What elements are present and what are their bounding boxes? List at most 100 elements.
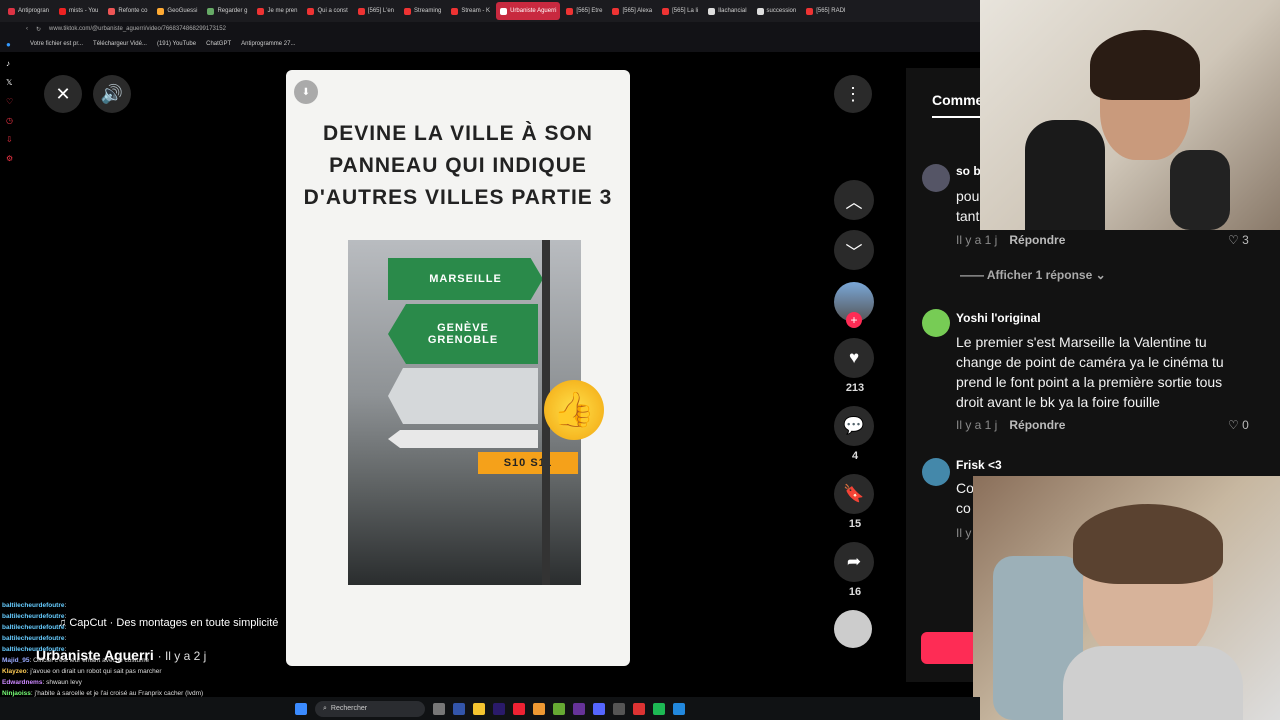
taskbar-search[interactable]: ⌕ Rechercher [315, 700, 425, 717]
tab-label: Streaming [414, 8, 442, 14]
chevron-down-icon: ﹀ [845, 242, 863, 262]
post-comment-button[interactable] [921, 632, 981, 664]
app-icon[interactable] [673, 702, 685, 715]
sound-disc[interactable] [834, 610, 872, 648]
comment-like[interactable]: ♡ 3 [1228, 233, 1249, 247]
discord-icon[interactable] [593, 702, 605, 715]
like-button[interactable]: ♥ [834, 338, 874, 378]
video-player[interactable]: ⬇ DEVINE LA VILLE À SON PANNEAU QUI INDI… [286, 70, 630, 666]
show-replies-button[interactable]: —— Afficher 1 réponse ⌄ [960, 268, 1106, 282]
prev-video-button[interactable]: ︿ [834, 180, 874, 220]
browser-tab[interactable]: succession [753, 2, 801, 20]
app-icon[interactable] [633, 702, 645, 715]
sign-blank [388, 368, 538, 424]
browser-tab[interactable]: [565] Alexa [608, 2, 656, 20]
bookmark-item[interactable]: Antiprogramme 27... [241, 41, 295, 47]
close-button[interactable]: ✕ [44, 75, 82, 113]
spotify-icon[interactable] [653, 702, 665, 715]
share-button[interactable]: ➦ [834, 542, 874, 582]
avatar[interactable] [922, 164, 950, 192]
browser-tab[interactable]: Antiprogran [4, 2, 53, 20]
browser-tab[interactable]: Qui a const [303, 2, 351, 20]
premiere-icon[interactable] [493, 702, 505, 715]
pin-icon: ⬇ [294, 80, 318, 104]
reply-button[interactable]: Répondre [1009, 418, 1065, 432]
address-bar[interactable]: ‹ ↻ www.tiktok.com/@urbaniste_aguerri/vi… [0, 22, 980, 36]
bookmark-item[interactable]: ChatGPT [206, 41, 231, 47]
more-options-button[interactable]: ⋮ [834, 75, 872, 113]
save-count: 15 [848, 518, 862, 530]
tab-label: mists - You [69, 8, 99, 14]
comment-count: 4 [851, 450, 859, 462]
obs-icon[interactable] [613, 702, 625, 715]
bookmark-item[interactable]: Téléchargeur Vidé... [93, 41, 147, 47]
comment-author[interactable]: so b [956, 164, 981, 178]
favicon-icon [451, 7, 459, 15]
messenger-icon[interactable]: ● [6, 40, 18, 49]
settings-icon[interactable]: ⚙ [6, 154, 18, 163]
favicon-icon [500, 7, 508, 15]
app-icon[interactable] [533, 702, 545, 715]
browser-tab[interactable]: [565] Etre [562, 2, 606, 20]
back-icon[interactable]: ‹ [26, 26, 28, 32]
browser-tab[interactable]: Refonte co [104, 2, 151, 20]
bookmark-item[interactable]: Votre fichier est pr... [30, 41, 83, 47]
windows-taskbar: ⌕ Rechercher [0, 697, 980, 720]
comment-author[interactable]: Frisk <3 [956, 458, 1002, 472]
favicon-icon [59, 7, 67, 15]
browser-tab[interactable]: Streaming [400, 2, 445, 20]
bookmarks-bar: Votre fichier est pr... Téléchargeur Vidé… [0, 36, 980, 52]
comment-author[interactable]: Yoshi l'original [956, 311, 1041, 325]
avatar[interactable] [922, 309, 950, 337]
tiktok-icon[interactable]: ♪ [6, 59, 18, 68]
folder-icon[interactable] [473, 702, 485, 715]
address-url[interactable]: www.tiktok.com/@urbaniste_aguerri/video/… [49, 26, 226, 32]
clock-icon[interactable]: ◷ [6, 116, 18, 125]
browser-tab[interactable]: GeoGuessi [153, 2, 201, 20]
favicon-icon [357, 7, 365, 15]
browser-tab[interactable]: Stream - K [447, 2, 494, 20]
browser-tab[interactable]: [565] La li [658, 2, 702, 20]
task-view-icon[interactable] [433, 702, 445, 715]
browser-tab[interactable]: Regarder g [203, 2, 251, 20]
volume-button[interactable]: 🔊 [93, 75, 131, 113]
browser-tab[interactable]: [565] RADI [802, 2, 849, 20]
browser-tab[interactable]: Urbaniste Aguerri [496, 2, 561, 20]
follow-plus-icon[interactable]: + [846, 312, 862, 328]
browser-tab[interactable]: Ilachancial [704, 2, 750, 20]
chevron-up-icon: ︿ [845, 192, 863, 212]
favicon-icon [8, 7, 15, 15]
more-vertical-icon: ⋮ [844, 83, 862, 104]
chat-username: baltilecheurdefoutre [2, 613, 65, 620]
app-icon[interactable] [553, 702, 565, 715]
chat-username: Ninjaoiss [2, 690, 31, 697]
tab-label: [565] Etre [576, 8, 603, 14]
heart-icon[interactable]: ♡ [6, 97, 18, 106]
download-icon[interactable]: ⇩ [6, 135, 18, 144]
comment-button[interactable]: 💬 [834, 406, 874, 446]
favicon-icon [662, 7, 670, 15]
bookmark-item[interactable]: (191) YouTube [157, 41, 196, 47]
favicon-icon [612, 7, 620, 15]
next-video-button[interactable]: ﹀ [834, 230, 874, 270]
browser-tab[interactable]: [565] L'en [354, 2, 398, 20]
avatar[interactable] [922, 458, 950, 486]
share-count: 16 [848, 586, 862, 598]
premiere-icon[interactable] [573, 702, 585, 715]
x-icon[interactable]: 𝕏 [6, 78, 18, 87]
chat-message: Klayzeo: j'avoue on dirait un robot qui … [2, 668, 162, 675]
reload-icon[interactable]: ↻ [36, 26, 41, 33]
streamer-hair [1090, 30, 1200, 100]
comment-like[interactable]: ♡ 0 [1228, 418, 1249, 432]
windows-start-icon[interactable] [295, 702, 307, 715]
browser-tab[interactable]: mists - You [55, 2, 102, 20]
stream-chat: baltilecheurdefoutre: baltilecheurdefout… [2, 600, 242, 710]
chat-username: baltilecheurdefoutre [2, 602, 65, 609]
save-button[interactable]: 🔖 [834, 474, 874, 514]
photoshop-icon[interactable] [453, 702, 465, 715]
tab-comments[interactable]: Comme [932, 92, 984, 118]
reply-button[interactable]: Répondre [1009, 233, 1065, 247]
opera-icon[interactable] [513, 702, 525, 715]
browser-tab[interactable]: Je me pren [253, 2, 301, 20]
creator-avatar[interactable]: + [834, 282, 874, 328]
